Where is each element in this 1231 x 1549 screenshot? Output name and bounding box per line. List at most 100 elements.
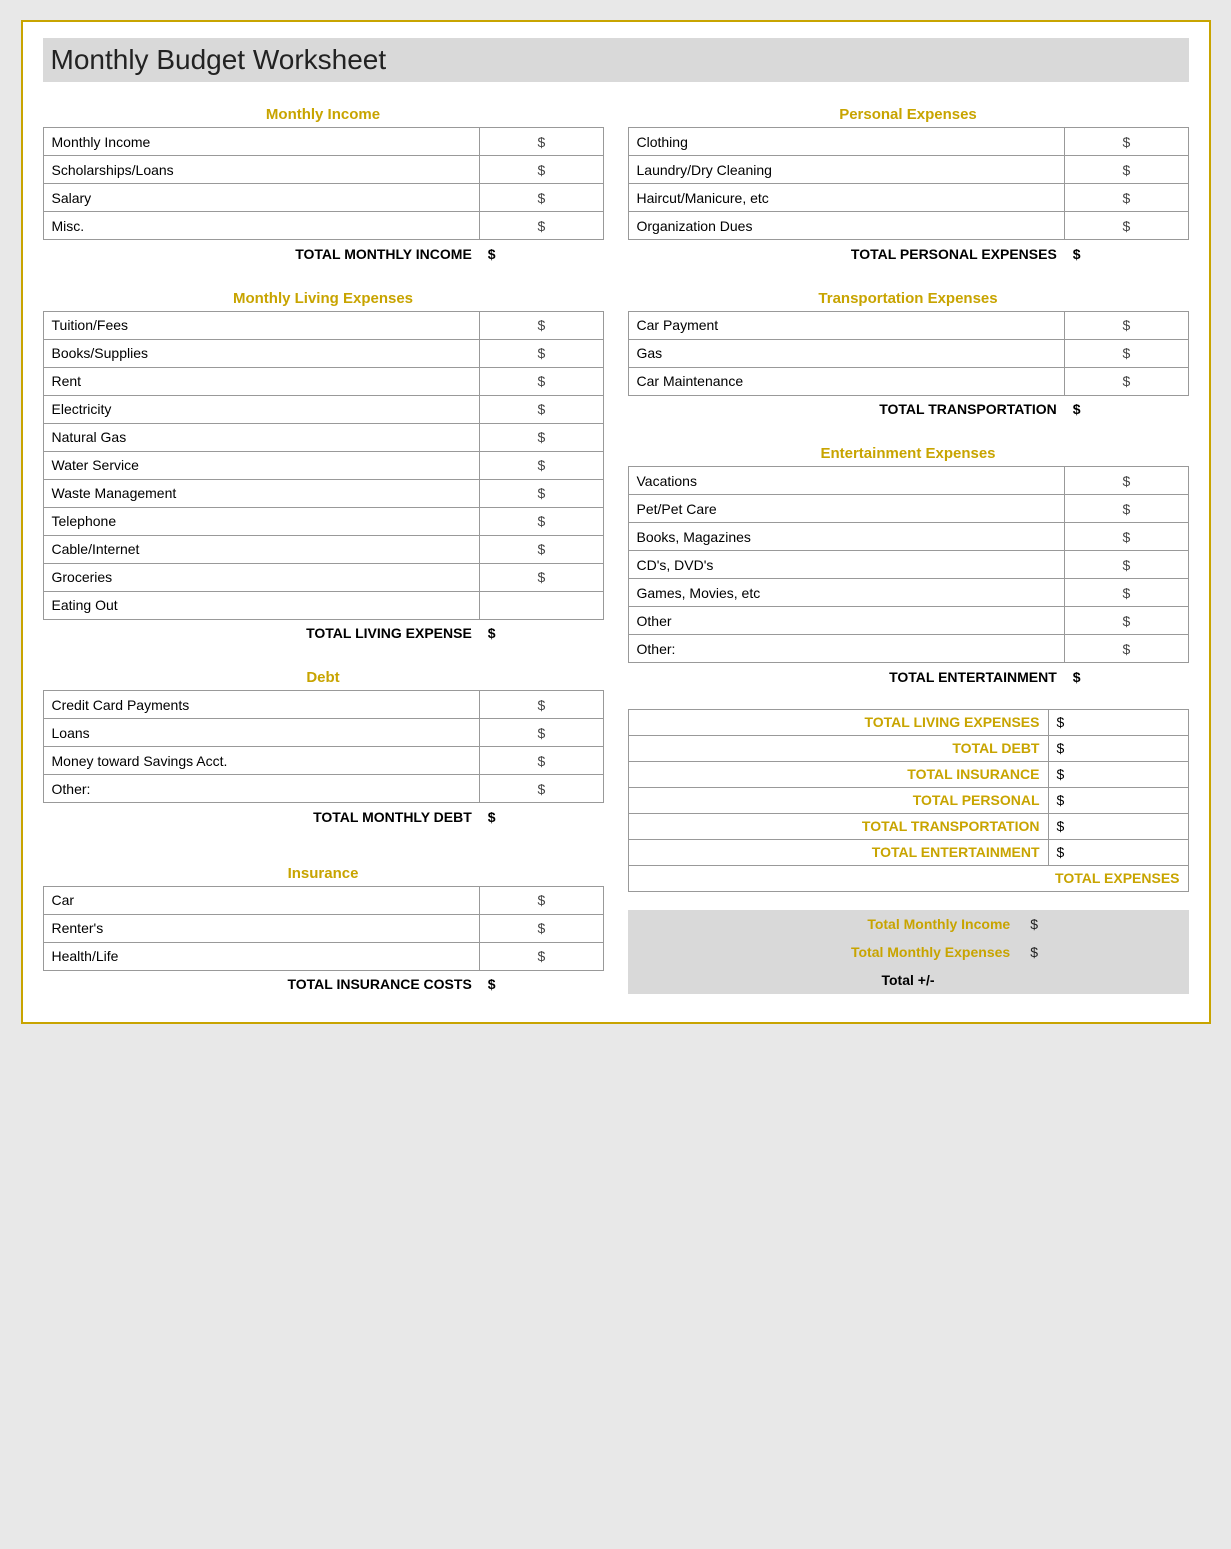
insurance-total-dollar: $: [480, 970, 603, 998]
row-label: Car Maintenance: [628, 367, 1065, 395]
summary-dollar: $: [1048, 735, 1188, 761]
table-row: Loans$: [43, 719, 603, 747]
row-dollar: $: [480, 886, 603, 914]
row-label: Books/Supplies: [43, 339, 480, 367]
row-label: Waste Management: [43, 479, 480, 507]
total-income-row: Total Monthly Income $: [628, 910, 1189, 938]
row-dollar: $: [1065, 311, 1188, 339]
living-expenses-total-dollar: $: [480, 619, 603, 647]
table-row: Games, Movies, etc$: [628, 579, 1188, 607]
row-label: Cable/Internet: [43, 535, 480, 563]
row-label: Games, Movies, etc: [628, 579, 1065, 607]
summary-dollar: $: [1048, 813, 1188, 839]
table-row: Organization Dues$: [628, 212, 1188, 240]
row-dollar: $: [480, 507, 603, 535]
table-row: Groceries$: [43, 563, 603, 591]
row-label: Rent: [43, 367, 480, 395]
entertainment-total-row: TOTAL ENTERTAINMENT $: [628, 663, 1188, 691]
row-label: Salary: [43, 184, 480, 212]
row-label: Gas: [628, 339, 1065, 367]
summary-row: TOTAL ENTERTAINMENT$: [628, 839, 1188, 865]
row-label: Groceries: [43, 563, 480, 591]
table-row: Cable/Internet$: [43, 535, 603, 563]
summary-row: TOTAL TRANSPORTATION$: [628, 813, 1188, 839]
entertainment-table: Vacations$Pet/Pet Care$Books, Magazines$…: [628, 466, 1189, 691]
monthly-income-table: Monthly Income$Scholarships/Loans$Salary…: [43, 127, 604, 268]
insurance-total-row: TOTAL INSURANCE COSTS $: [43, 970, 603, 998]
transportation-total-row: TOTAL TRANSPORTATION $: [628, 395, 1188, 423]
debt-total-dollar: $: [480, 803, 603, 831]
total-income-label: Total Monthly Income: [628, 910, 1021, 938]
row-label: Eating Out: [43, 591, 480, 619]
table-row: Natural Gas$: [43, 423, 603, 451]
table-row: Haircut/Manicure, etc$: [628, 184, 1188, 212]
table-row: Other$: [628, 607, 1188, 635]
row-label: Misc.: [43, 212, 480, 240]
bottom-summary-table: Total Monthly Income $ Total Monthly Exp…: [628, 910, 1189, 994]
total-expenses-bottom-dollar: $: [1020, 938, 1188, 966]
row-label: Laundry/Dry Cleaning: [628, 156, 1065, 184]
monthly-income-title: Monthly Income: [43, 106, 604, 123]
table-row: Waste Management$: [43, 479, 603, 507]
transportation-total-label: TOTAL TRANSPORTATION: [628, 395, 1065, 423]
summary-row: TOTAL PERSONAL$: [628, 787, 1188, 813]
table-row: Other:$: [628, 635, 1188, 663]
summary-label: TOTAL PERSONAL: [628, 787, 1048, 813]
table-row: Gas$: [628, 339, 1188, 367]
transportation-total-dollar: $: [1065, 395, 1188, 423]
row-label: Other: [628, 607, 1065, 635]
summary-label: TOTAL DEBT: [628, 735, 1048, 761]
left-column: Monthly Income Monthly Income$Scholarshi…: [43, 96, 604, 998]
total-plusminus-label: Total +/-: [628, 966, 1189, 994]
table-row: Health/Life$: [43, 942, 603, 970]
row-dollar: $: [480, 914, 603, 942]
row-dollar: $: [480, 535, 603, 563]
debt-total-label: TOTAL MONTHLY DEBT: [43, 803, 480, 831]
row-dollar: $: [1065, 184, 1188, 212]
row-label: Other:: [628, 635, 1065, 663]
row-label: Monthly Income: [43, 128, 480, 156]
row-label: Money toward Savings Acct.: [43, 747, 480, 775]
table-row: Car$: [43, 886, 603, 914]
row-label: Health/Life: [43, 942, 480, 970]
row-dollar: $: [480, 747, 603, 775]
row-dollar: $: [480, 367, 603, 395]
table-row: Rent$: [43, 367, 603, 395]
total-expenses-row: TOTAL EXPENSES: [628, 865, 1188, 891]
row-dollar: $: [480, 156, 603, 184]
entertainment-total-dollar: $: [1065, 663, 1188, 691]
right-column: Personal Expenses Clothing$Laundry/Dry C…: [628, 96, 1189, 998]
insurance-total-label: TOTAL INSURANCE COSTS: [43, 970, 480, 998]
row-dollar: $: [1065, 579, 1188, 607]
summary-label: TOTAL TRANSPORTATION: [628, 813, 1048, 839]
row-label: Vacations: [628, 467, 1065, 495]
row-label: Water Service: [43, 451, 480, 479]
row-dollar: $: [480, 395, 603, 423]
total-income-dollar: $: [1020, 910, 1188, 938]
summary-dollar: $: [1048, 839, 1188, 865]
monthly-income-total-row: TOTAL MONTHLY INCOME $: [43, 240, 603, 268]
table-row: Car Maintenance$: [628, 367, 1188, 395]
living-expenses-title: Monthly Living Expenses: [43, 290, 604, 307]
row-label: Scholarships/Loans: [43, 156, 480, 184]
main-grid: Monthly Income Monthly Income$Scholarshi…: [43, 96, 1189, 998]
summary-row: TOTAL INSURANCE$: [628, 761, 1188, 787]
page-title: Monthly Budget Worksheet: [43, 38, 1189, 82]
row-dollar: $: [480, 775, 603, 803]
table-row: Books/Supplies$: [43, 339, 603, 367]
living-expenses-total-label: TOTAL LIVING EXPENSE: [43, 619, 480, 647]
entertainment-title: Entertainment Expenses: [628, 445, 1189, 462]
table-row: Tuition/Fees$: [43, 311, 603, 339]
table-row: Pet/Pet Care$: [628, 495, 1188, 523]
row-label: Renter's: [43, 914, 480, 942]
row-label: Credit Card Payments: [43, 691, 480, 719]
summary-label: TOTAL LIVING EXPENSES: [628, 709, 1048, 735]
row-label: Tuition/Fees: [43, 311, 480, 339]
bottom-summary: Total Monthly Income $ Total Monthly Exp…: [628, 910, 1189, 994]
row-label: Car Payment: [628, 311, 1065, 339]
row-label: CD's, DVD's: [628, 551, 1065, 579]
row-dollar: $: [1065, 607, 1188, 635]
table-row: Money toward Savings Acct.$: [43, 747, 603, 775]
row-dollar: $: [1065, 551, 1188, 579]
transportation-title: Transportation Expenses: [628, 290, 1189, 307]
